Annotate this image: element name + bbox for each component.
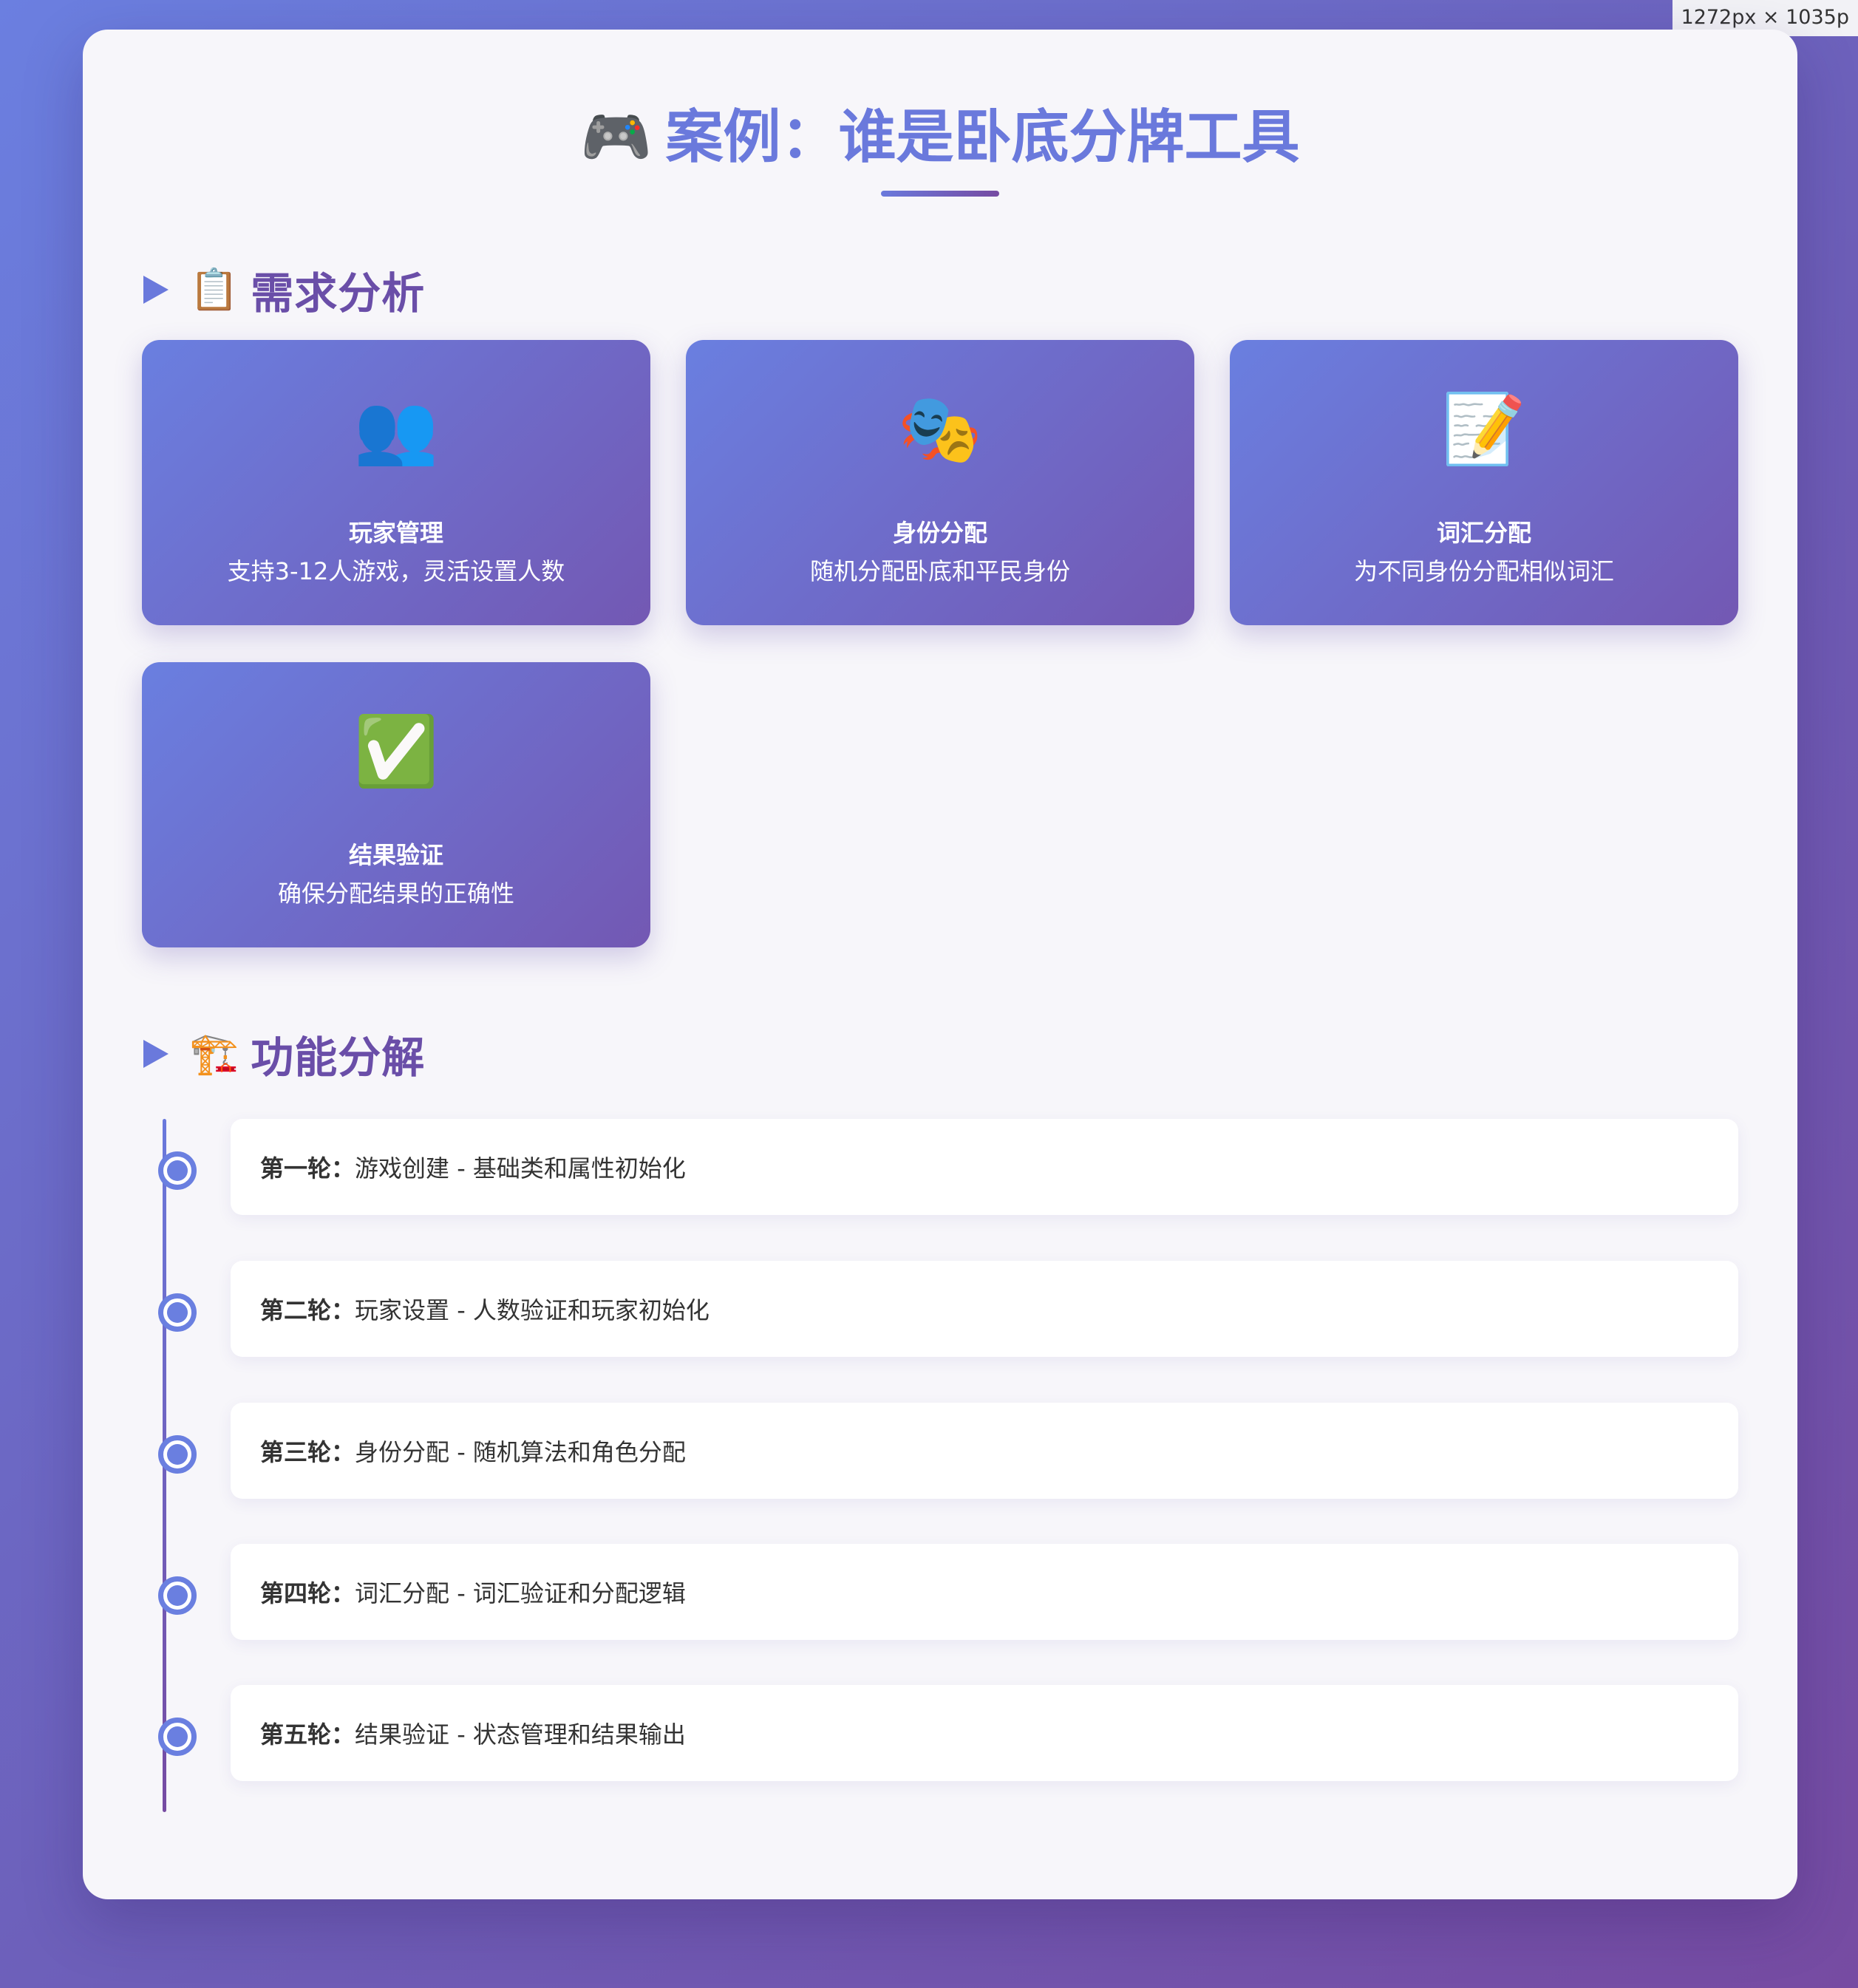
round-text: 游戏创建 - 基础类和属性初始化 [355,1154,686,1182]
timeline-dot [158,1151,197,1190]
round-label: 第五轮： [260,1720,355,1749]
card-description: 支持3-12人游戏，灵活设置人数 [227,557,565,585]
card-title: 身份分配 [892,519,987,547]
triangle-right-icon [143,276,169,304]
card-description: 为不同身份分配相似词汇 [1353,557,1614,585]
card-description: 确保分配结果的正确性 [277,879,514,908]
title-underline [881,191,999,197]
round-text: 结果验证 - 状态管理和结果输出 [355,1720,686,1749]
card-title: 词汇分配 [1436,519,1531,547]
card-description: 随机分配卧底和平民身份 [809,557,1070,585]
memo-icon: 📝 [1441,389,1527,469]
timeline-dot [158,1435,197,1474]
card-title: 玩家管理 [348,519,443,547]
timeline-item-round-2: 第二轮： 玩家设置 - 人数验证和玩家初始化 [231,1261,1738,1357]
round-text: 玩家设置 - 人数验证和玩家初始化 [355,1296,709,1324]
triangle-right-icon [143,1040,169,1068]
feature-card-player-management: 👥 玩家管理 支持3-12人游戏，灵活设置人数 [142,340,650,625]
theater-masks-icon: 🎭 [897,389,983,469]
section-title-requirements: 需求分析 [251,268,426,319]
construction-crane-icon: 🏗️ [189,1030,239,1077]
page-header: 🎮 案例：谁是卧底分牌工具 [83,103,1797,173]
timeline-item-round-1: 第一轮： 游戏创建 - 基础类和属性初始化 [231,1119,1738,1215]
round-label: 第四轮： [260,1579,355,1607]
card-title: 结果验证 [348,841,443,869]
page-title: 🎮 案例：谁是卧底分牌工具 [580,103,1299,173]
timeline-dot [158,1293,197,1332]
timeline-dot [158,1718,197,1756]
check-mark-icon: ✅ [353,712,439,791]
feature-card-role-assignment: 🎭 身份分配 随机分配卧底和平民身份 [686,340,1194,625]
game-controller-icon: 🎮 [580,104,653,171]
round-label: 第一轮： [260,1154,355,1182]
round-text: 身份分配 - 随机算法和角色分配 [355,1438,686,1466]
feature-card-word-assignment: 📝 词汇分配 为不同身份分配相似词汇 [1230,340,1738,625]
round-label: 第二轮： [260,1296,355,1324]
round-text: 词汇分配 - 词汇验证和分配逻辑 [355,1579,686,1607]
round-label: 第三轮： [260,1438,355,1466]
section-title-functions: 功能分解 [251,1032,426,1083]
timeline-item-round-5: 第五轮： 结果验证 - 状态管理和结果输出 [231,1685,1738,1781]
section-header-functions: 🏗️ 功能分解 [143,1024,425,1083]
section-header-requirements: 📋 需求分析 [143,260,425,319]
clipboard-icon: 📋 [189,266,239,313]
timeline-dot [158,1576,197,1615]
page-title-text: 案例：谁是卧底分牌工具 [665,104,1300,171]
feature-card-result-validation: ✅ 结果验证 确保分配结果的正确性 [142,662,650,947]
timeline-item-round-4: 第四轮： 词汇分配 - 词汇验证和分配逻辑 [231,1544,1738,1640]
main-panel: 🎮 案例：谁是卧底分牌工具 📋 需求分析 👥 玩家管理 支持3-12人游戏，灵活… [83,30,1797,1899]
users-icon: 👥 [353,389,439,469]
timeline-item-round-3: 第三轮： 身份分配 - 随机算法和角色分配 [231,1403,1738,1499]
